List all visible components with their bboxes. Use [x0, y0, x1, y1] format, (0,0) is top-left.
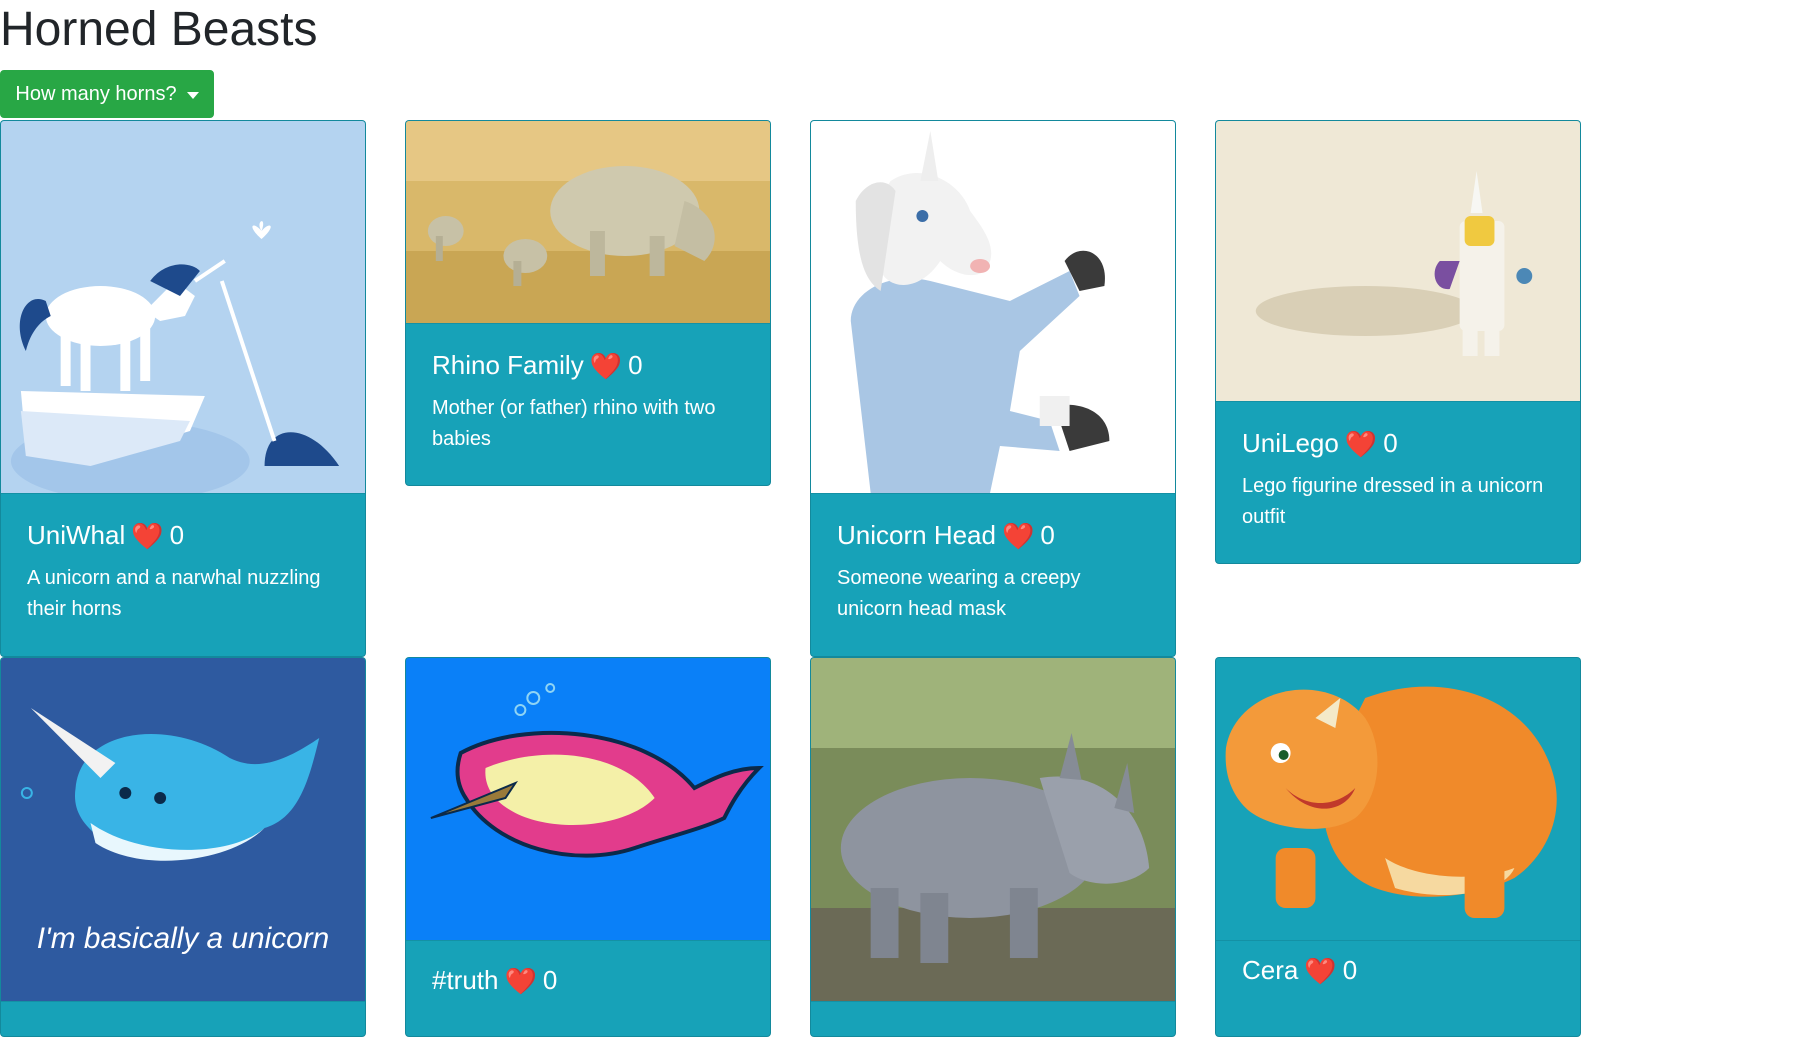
- beast-card-truth[interactable]: #truth ❤️ 0: [405, 657, 771, 1037]
- beast-image[interactable]: [811, 658, 1175, 1002]
- vote-count: 0: [169, 520, 185, 550]
- beast-title: UniWhal: [27, 520, 126, 550]
- beast-description: Someone wearing a creepy unicorn head ma…: [837, 567, 1081, 620]
- caret-down-icon: [186, 91, 199, 99]
- page-title: Horned Beasts: [0, 3, 318, 56]
- beast-card-cera[interactable]: Cera ❤️ 0: [1215, 657, 1581, 1037]
- beast-image[interactable]: [1216, 121, 1580, 402]
- horns-filter-dropdown[interactable]: How many horns?: [0, 70, 214, 118]
- card-title: UniLego ❤️ 0: [1242, 428, 1554, 459]
- beast-image[interactable]: [406, 658, 770, 941]
- beast-card-baby-rhino[interactable]: [810, 657, 1176, 1037]
- beast-description: Lego figurine dressed in a unicorn outfi…: [1242, 475, 1544, 528]
- vote-count: 0: [628, 350, 643, 380]
- beast-card-rhino-family[interactable]: Rhino Family ❤️ 0 Mother (or father) rhi…: [405, 120, 771, 486]
- beast-title: Unicorn Head: [837, 520, 996, 550]
- dropdown-label: How many horns?: [15, 82, 177, 105]
- beast-title: Cera: [1242, 955, 1299, 985]
- beast-card-narwhal[interactable]: I'm basically a unicorn: [0, 657, 366, 1037]
- vote-count: 0: [1383, 428, 1398, 458]
- beast-title: Rhino Family: [432, 350, 584, 380]
- heart-icon[interactable]: ❤️: [131, 523, 163, 549]
- beast-image[interactable]: [811, 121, 1175, 494]
- beast-description: Mother (or father) rhino with two babies: [432, 397, 716, 450]
- heart-icon[interactable]: ❤️: [1345, 431, 1377, 457]
- beast-description: A unicorn and a narwhal nuzzling their h…: [27, 567, 321, 620]
- beast-image[interactable]: [1, 121, 365, 494]
- heart-icon[interactable]: ❤️: [590, 353, 622, 379]
- image-caption: I'm basically a unicorn: [37, 922, 329, 955]
- beast-title: #truth: [432, 965, 499, 995]
- beast-title: UniLego: [1242, 428, 1339, 458]
- beast-image[interactable]: I'm basically a unicorn: [1, 658, 365, 1002]
- vote-count: 0: [542, 965, 558, 995]
- beast-card-uniwhal[interactable]: UniWhal ❤️ 0 A unicorn and a narwhal nuz…: [0, 120, 366, 657]
- vote-count: 0: [1342, 955, 1358, 985]
- card-title: #truth ❤️ 0: [432, 965, 744, 996]
- beast-card-unicorn-head[interactable]: Unicorn Head ❤️ 0 Someone wearing a cree…: [810, 120, 1176, 657]
- card-title: Unicorn Head ❤️ 0: [837, 520, 1149, 551]
- beast-image[interactable]: [406, 121, 770, 324]
- beast-card-unilego[interactable]: UniLego ❤️ 0 Lego figurine dressed in a …: [1215, 120, 1581, 564]
- card-title: Rhino Family ❤️ 0: [432, 350, 744, 381]
- vote-count: 0: [1040, 520, 1055, 550]
- card-title: Cera ❤️ 0: [1242, 955, 1554, 986]
- heart-icon[interactable]: ❤️: [1304, 958, 1336, 984]
- card-title: UniWhal ❤️ 0: [27, 520, 339, 551]
- heart-icon[interactable]: ❤️: [505, 968, 537, 994]
- beast-image[interactable]: [1216, 658, 1580, 941]
- heart-icon[interactable]: ❤️: [1002, 523, 1034, 549]
